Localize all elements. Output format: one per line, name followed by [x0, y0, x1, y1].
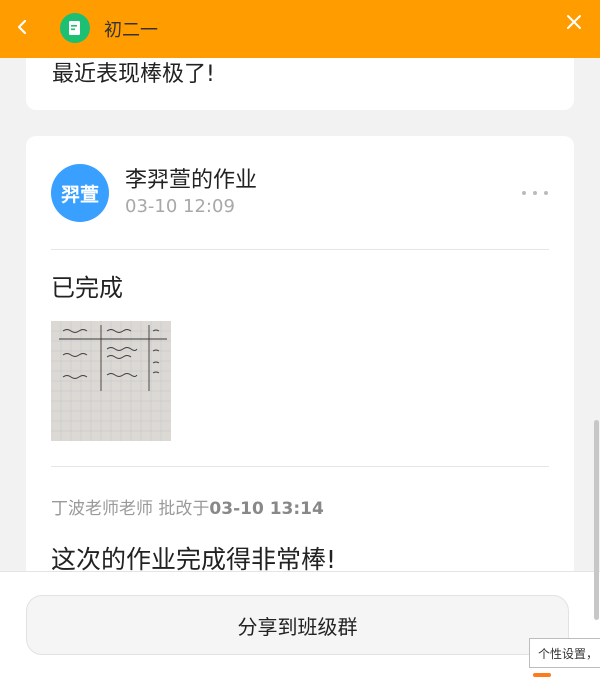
bottom-action-bar: 分享到班级群	[0, 571, 600, 680]
scrollbar[interactable]	[594, 420, 599, 620]
corrected-prefix: 批改于	[158, 499, 210, 519]
close-button[interactable]	[562, 10, 586, 34]
correction-info: 丁波老师老师 批改于03-10 13:14	[51, 494, 324, 519]
more-options-button[interactable]	[522, 188, 548, 198]
divider	[51, 466, 549, 467]
chevron-left-icon	[17, 19, 27, 35]
page-title: 初二一	[104, 20, 158, 41]
homework-title: 李羿萱的作业	[125, 168, 258, 193]
homework-datetime: 03-10 12:09	[125, 196, 235, 217]
edit-note-icon	[60, 13, 90, 43]
avatar: 羿萱	[51, 164, 109, 222]
homework-photo-image	[51, 321, 171, 441]
corrected-time: 03-10 13:14	[209, 499, 324, 519]
previous-comment-text: 最近表现棒极了!	[52, 62, 215, 87]
homework-photo[interactable]	[51, 321, 171, 441]
close-icon	[567, 15, 581, 29]
top-bar: 初二一	[0, 0, 600, 58]
teacher-name: 丁波老师老师	[51, 499, 153, 519]
homework-page: 最近表现棒极了! 初二一 羿萱 李羿萱的作业 03-10 12:09 已完成 丁…	[0, 0, 600, 680]
completion-status: 已完成	[51, 274, 123, 302]
divider	[51, 249, 549, 250]
more-horizontal-icon	[522, 191, 526, 195]
homework-card: 羿萱 李羿萱的作业 03-10 12:09 已完成 丁波老师老师 批改于03-1…	[26, 136, 574, 606]
back-button[interactable]	[10, 14, 36, 40]
tray-indicator	[533, 673, 551, 677]
share-to-class-group-button[interactable]: 分享到班级群	[26, 595, 569, 655]
tooltip: 个性设置，	[529, 638, 600, 668]
